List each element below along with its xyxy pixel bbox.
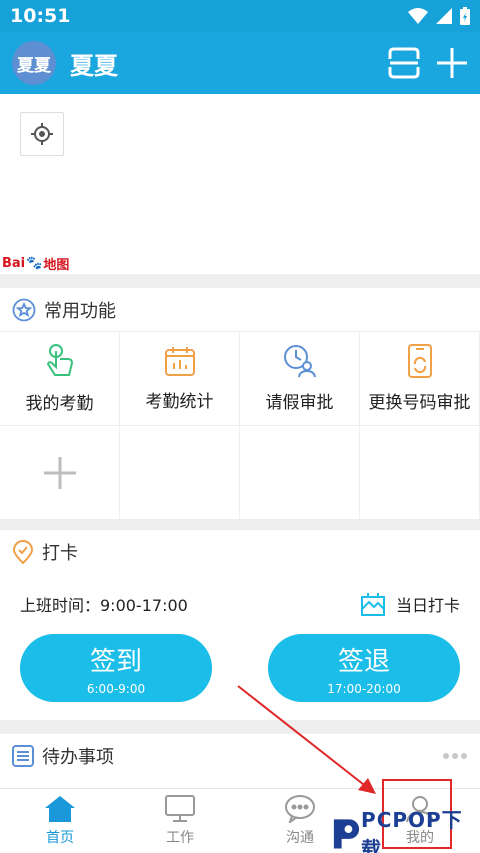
home-icon — [45, 796, 75, 822]
todo-title: 待办事项 — [42, 747, 114, 768]
tab-label: 工作 — [166, 830, 194, 846]
list-icon — [12, 745, 34, 767]
status-icons — [408, 7, 470, 25]
plus-icon — [43, 456, 76, 489]
common-functions-card: 常用功能 我的考勤 考勤统计 请假审批 更换号码审批 — [0, 288, 480, 520]
tab-label: 首页 — [46, 830, 74, 846]
add-function-button[interactable] — [0, 426, 120, 520]
work-hours-row: 上班时间：9:00-17:00 当日打卡 — [0, 574, 480, 634]
baidu-map-text: 地图 — [43, 258, 70, 273]
today-clock-label: 当日打卡 — [395, 596, 460, 615]
function-label: 我的考勤 — [25, 394, 94, 414]
empty-cell — [120, 426, 240, 520]
star-circle-icon — [12, 298, 36, 321]
phone-refresh-icon — [407, 344, 432, 378]
common-functions-header: 常用功能 — [0, 288, 480, 332]
status-bar: 10:51 — [0, 0, 480, 32]
add-icon[interactable] — [436, 47, 468, 79]
function-leave-approval[interactable]: 请假审批 — [240, 332, 360, 426]
calendar-chart-icon — [164, 347, 195, 376]
functions-grid: 我的考勤 考勤统计 请假审批 更换号码审批 — [0, 332, 480, 520]
baidu-map-logo: Bai 🐾 地图 — [2, 254, 69, 273]
sign-out-label: 签退 — [337, 646, 390, 677]
tab-label: 沟通 — [286, 830, 314, 846]
pcpop-watermark: PCPOP下载 — [330, 804, 480, 853]
tab-home[interactable]: 首页 — [0, 789, 120, 853]
sign-in-label: 签到 — [89, 646, 142, 677]
function-attendance-stats[interactable]: 考勤统计 — [120, 332, 240, 426]
function-label: 请假审批 — [265, 393, 334, 413]
baidu-logo-text: Bai — [2, 256, 26, 271]
more-icon[interactable] — [442, 752, 468, 760]
work-hours-label: 上班时间：9:00-17:00 — [20, 596, 188, 615]
paw-icon: 🐾 — [26, 256, 43, 271]
empty-cell — [360, 426, 480, 520]
sign-in-button[interactable]: 签到 6:00-9:00 — [20, 634, 212, 702]
clock-record-icon — [360, 593, 385, 616]
locate-icon — [31, 123, 53, 145]
function-my-attendance[interactable]: 我的考勤 — [0, 332, 120, 426]
tab-work[interactable]: 工作 — [120, 789, 240, 853]
watermark-text: PCPOP下载 — [361, 808, 463, 853]
status-time: 10:51 — [10, 5, 71, 27]
pcpop-logo-icon — [333, 819, 360, 849]
locate-button[interactable] — [20, 112, 64, 156]
app-header: 夏夏 夏夏 — [0, 32, 480, 94]
function-label: 更换号码审批 — [368, 393, 471, 413]
annotation-arrow — [237, 685, 376, 794]
wifi-icon — [408, 8, 428, 24]
map-view[interactable]: Bai 🐾 地图 — [0, 94, 480, 274]
function-change-number-approval[interactable]: 更换号码审批 — [360, 332, 480, 426]
avatar[interactable]: 夏夏 — [12, 41, 56, 85]
common-functions-title: 常用功能 — [44, 300, 116, 322]
clock-in-header: 打卡 — [0, 530, 480, 574]
scan-icon[interactable] — [388, 47, 420, 79]
touch-icon — [46, 344, 73, 376]
location-check-icon — [12, 540, 34, 564]
today-clock-button[interactable]: 当日打卡 — [360, 591, 460, 617]
empty-cell — [240, 426, 360, 520]
monitor-icon — [165, 795, 195, 822]
signal-icon — [436, 8, 452, 24]
clock-user-icon — [283, 345, 316, 378]
function-label: 考勤统计 — [145, 392, 214, 412]
clock-in-title: 打卡 — [42, 543, 78, 564]
battery-icon — [460, 7, 470, 25]
sign-in-time: 6:00-9:00 — [86, 681, 146, 696]
user-name: 夏夏 — [70, 51, 118, 80]
